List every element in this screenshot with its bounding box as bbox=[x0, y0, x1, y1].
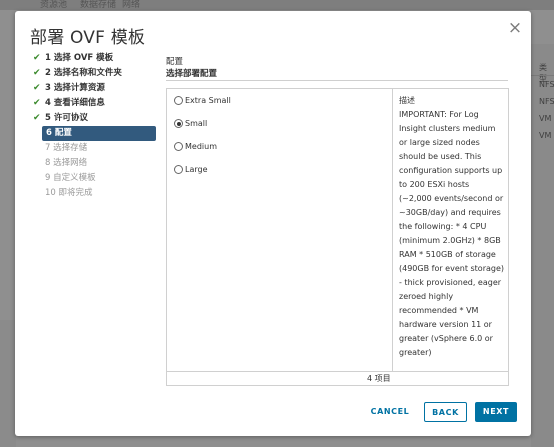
step-name-folder[interactable]: ✔ 2 选择名称和文件夹 bbox=[30, 66, 156, 81]
step-license[interactable]: ✔ 5 许可协议 bbox=[30, 111, 156, 126]
step-select-network: 8 选择网络 bbox=[30, 156, 156, 171]
option-small[interactable]: Small bbox=[167, 112, 392, 135]
option-label: Extra Small bbox=[185, 96, 231, 105]
close-icon[interactable]: × bbox=[507, 20, 523, 37]
next-button[interactable]: NEXT bbox=[475, 402, 517, 422]
step-customize-template: 9 自定义模板 bbox=[30, 171, 156, 186]
step-select-ovf[interactable]: ✔ 1 选择 OVF 模板 bbox=[30, 51, 156, 66]
item-count: 4 项目 bbox=[367, 374, 391, 383]
step-label: 8 选择网络 bbox=[45, 158, 88, 168]
background-type-cell: NFS bbox=[539, 80, 554, 89]
panel-footer: 4 项目 bbox=[167, 371, 508, 386]
content-divider bbox=[166, 80, 508, 81]
radio-button-selected[interactable] bbox=[174, 119, 183, 128]
step-configuration[interactable]: 6 配置 bbox=[42, 126, 156, 141]
background-divider bbox=[531, 75, 554, 76]
check-icon: ✔ bbox=[33, 113, 41, 123]
step-review-details[interactable]: ✔ 4 查看详细信息 bbox=[30, 96, 156, 111]
step-label: 1 选择 OVF 模板 bbox=[45, 53, 114, 63]
step-ready-to-complete: 10 即将完成 bbox=[30, 186, 156, 201]
content-subtitle: 选择部署配置 bbox=[166, 69, 218, 79]
configuration-panel: Extra Small Small Medium Large 描述 IMPORT… bbox=[166, 88, 509, 386]
step-label: 10 即将完成 bbox=[45, 188, 93, 198]
background-type-cell: NFS bbox=[539, 97, 554, 106]
check-icon: ✔ bbox=[33, 68, 41, 78]
back-button[interactable]: BACK bbox=[424, 402, 467, 422]
step-select-storage: 7 选择存储 bbox=[30, 141, 156, 156]
background-tab-pools: 资源池 bbox=[40, 0, 68, 10]
option-large[interactable]: Large bbox=[167, 158, 392, 181]
background-left-panel bbox=[0, 320, 16, 447]
background-type-cell: VM bbox=[539, 131, 552, 140]
option-label: Medium bbox=[185, 142, 217, 151]
option-label: Large bbox=[185, 165, 208, 174]
step-label: 5 许可协议 bbox=[45, 113, 88, 123]
description-pane: 描述 IMPORTANT: For Log Insight clusters m… bbox=[399, 94, 504, 360]
deploy-ovf-dialog: 部署 OVF 模板 × ✔ 1 选择 OVF 模板 ✔ 2 选择名称和文件夹 ✔ 3 … bbox=[15, 11, 531, 436]
background-tab-datastores: 数据存储 bbox=[80, 0, 117, 10]
background-type-cell: VM bbox=[539, 114, 552, 123]
step-label: 2 选择名称和文件夹 bbox=[45, 68, 122, 78]
check-icon: ✔ bbox=[33, 98, 41, 108]
option-medium[interactable]: Medium bbox=[167, 135, 392, 158]
wizard-steps: ✔ 1 选择 OVF 模板 ✔ 2 选择名称和文件夹 ✔ 3 选择计算资源 ✔ 4 查看… bbox=[30, 51, 156, 201]
option-label: Small bbox=[185, 119, 208, 128]
content-title: 配置 bbox=[166, 57, 184, 67]
background-tab-networks: 网络 bbox=[122, 0, 141, 10]
radio-button[interactable] bbox=[174, 165, 183, 174]
step-label: 4 查看详细信息 bbox=[45, 98, 105, 108]
step-compute-resource[interactable]: ✔ 3 选择计算资源 bbox=[30, 81, 156, 96]
step-label: 9 自定义模板 bbox=[45, 173, 96, 183]
configuration-options: Extra Small Small Medium Large bbox=[167, 89, 393, 371]
dialog-title: 部署 OVF 模板 bbox=[30, 28, 146, 48]
check-icon: ✔ bbox=[33, 53, 41, 63]
description-title: 描述 bbox=[399, 96, 415, 105]
cancel-button[interactable]: CANCEL bbox=[368, 402, 412, 422]
radio-button[interactable] bbox=[174, 142, 183, 151]
step-label: 6 配置 bbox=[46, 128, 72, 138]
step-label: 3 选择计算资源 bbox=[45, 83, 105, 93]
description-text: IMPORTANT: For Log Insight clusters medi… bbox=[399, 110, 505, 357]
option-extra-small[interactable]: Extra Small bbox=[167, 89, 392, 112]
step-label: 7 选择存储 bbox=[45, 143, 88, 153]
check-icon: ✔ bbox=[33, 83, 41, 93]
radio-button[interactable] bbox=[174, 96, 183, 105]
